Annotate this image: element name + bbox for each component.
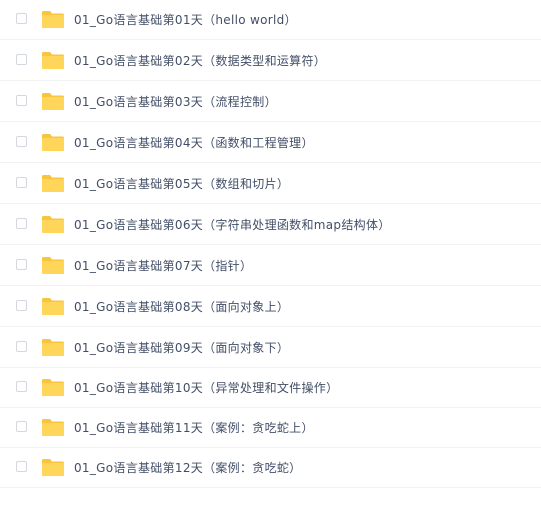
file-row[interactable]: 01_Go语言基础第04天（函数和工程管理） — [0, 123, 541, 163]
row-checkbox[interactable] — [16, 259, 27, 270]
file-row[interactable]: 01_Go语言基础第09天（面向对象下） — [0, 328, 541, 368]
row-checkbox[interactable] — [16, 421, 27, 432]
folder-icon — [41, 296, 65, 316]
file-name[interactable]: 01_Go语言基础第06天（字符串处理函数和map结构体） — [74, 205, 391, 245]
file-row[interactable]: 01_Go语言基础第01天（hello world） — [0, 0, 541, 40]
folder-icon — [41, 214, 65, 234]
row-checkbox[interactable] — [16, 341, 27, 352]
folder-icon — [41, 377, 65, 397]
folder-icon — [41, 91, 65, 111]
file-row[interactable]: 01_Go语言基础第08天（面向对象上） — [0, 287, 541, 327]
file-name[interactable]: 01_Go语言基础第08天（面向对象上） — [74, 287, 289, 327]
folder-icon — [41, 417, 65, 437]
folder-icon — [41, 255, 65, 275]
row-checkbox[interactable] — [16, 136, 27, 147]
row-checkbox[interactable] — [16, 177, 27, 188]
file-name[interactable]: 01_Go语言基础第07天（指针） — [74, 246, 252, 286]
file-row[interactable]: 01_Go语言基础第10天（异常处理和文件操作） — [0, 368, 541, 408]
row-checkbox[interactable] — [16, 300, 27, 311]
folder-icon — [41, 337, 65, 357]
file-row[interactable]: 01_Go语言基础第03天（流程控制） — [0, 82, 541, 122]
file-row[interactable]: 01_Go语言基础第05天（数组和切片） — [0, 164, 541, 204]
folder-icon — [41, 173, 65, 193]
folder-icon — [41, 457, 65, 477]
file-name[interactable]: 01_Go语言基础第11天（案例：贪吃蛇上） — [74, 408, 314, 448]
file-list: 01_Go语言基础第01天（hello world） 01_Go语言基础第02天… — [0, 0, 541, 517]
file-name[interactable]: 01_Go语言基础第10天（异常处理和文件操作） — [74, 368, 338, 408]
file-name[interactable]: 01_Go语言基础第05天（数组和切片） — [74, 164, 289, 204]
row-checkbox[interactable] — [16, 218, 27, 229]
file-name[interactable]: 01_Go语言基础第12天（案例：贪吃蛇） — [74, 448, 301, 488]
file-row[interactable]: 01_Go语言基础第12天（案例：贪吃蛇） — [0, 448, 541, 488]
file-name[interactable]: 01_Go语言基础第04天（函数和工程管理） — [74, 123, 314, 163]
folder-icon — [41, 50, 65, 70]
folder-icon — [41, 9, 65, 29]
row-checkbox[interactable] — [16, 461, 27, 472]
file-row[interactable]: 01_Go语言基础第07天（指针） — [0, 246, 541, 286]
row-checkbox[interactable] — [16, 54, 27, 65]
file-row[interactable]: 01_Go语言基础第11天（案例：贪吃蛇上） — [0, 408, 541, 448]
file-name[interactable]: 01_Go语言基础第02天（数据类型和运算符） — [74, 41, 326, 81]
row-checkbox[interactable] — [16, 381, 27, 392]
row-checkbox[interactable] — [16, 95, 27, 106]
file-name[interactable]: 01_Go语言基础第01天（hello world） — [74, 0, 297, 40]
row-checkbox[interactable] — [16, 13, 27, 24]
folder-icon — [41, 132, 65, 152]
file-row[interactable]: 01_Go语言基础第02天（数据类型和运算符） — [0, 41, 541, 81]
file-name[interactable]: 01_Go语言基础第03天（流程控制） — [74, 82, 277, 122]
file-name[interactable]: 01_Go语言基础第09天（面向对象下） — [74, 328, 289, 368]
file-row[interactable]: 01_Go语言基础第06天（字符串处理函数和map结构体） — [0, 205, 541, 245]
